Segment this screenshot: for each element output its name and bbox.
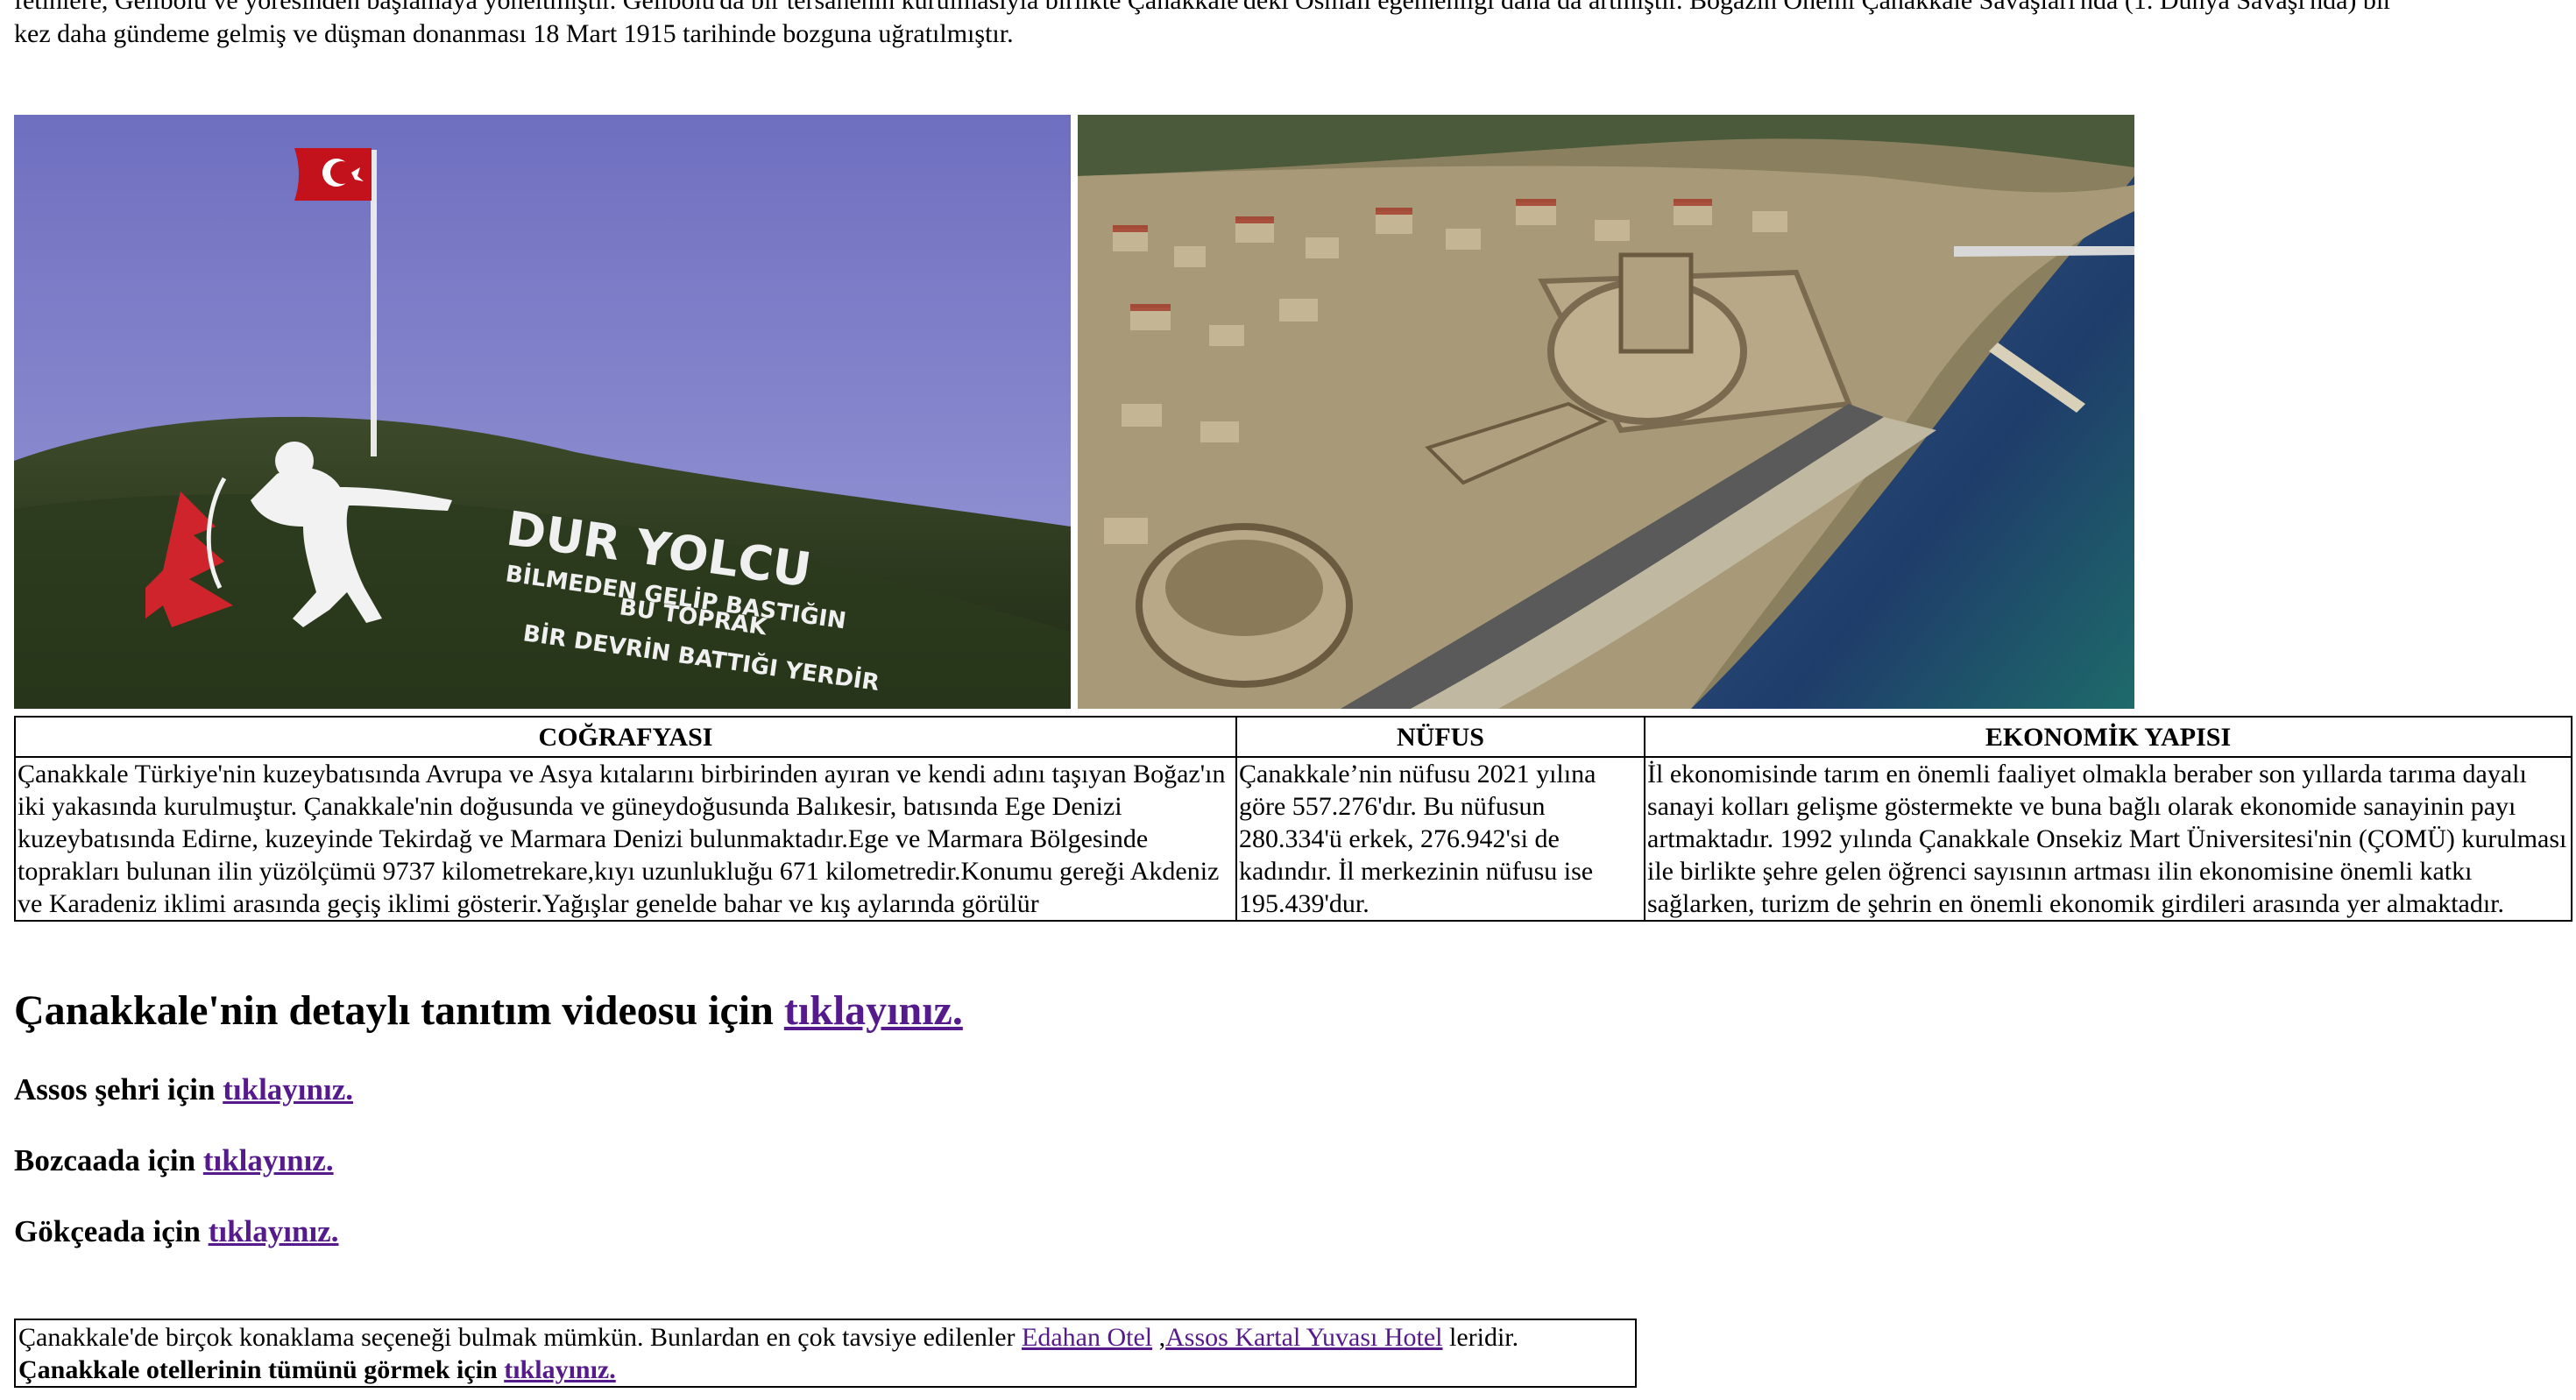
assos-link[interactable]: tıklayınız. bbox=[223, 1072, 353, 1107]
all-hotels-text: Çanakkale otellerinin tümünü görmek için bbox=[18, 1355, 505, 1384]
hotel-intro-text: Çanakkale'de birçok konaklama seçeneği b… bbox=[18, 1323, 1023, 1352]
gokceada-link[interactable]: tıklayınız. bbox=[209, 1214, 339, 1248]
header-economy: EKONOMİK YAPISI bbox=[1644, 716, 2572, 758]
dur-yolcu-monument-photo: DUR YOLCU BİLMEDEN GELİP BASTIĞIN BU TOP… bbox=[14, 115, 1071, 709]
intro-line-1: fetihlere, Gelibolu ve yöresinden başlam… bbox=[14, 0, 2393, 15]
kilitbahir-castle-aerial-photo bbox=[1078, 115, 2134, 709]
video-heading: Çanakkale'nin detaylı tanıtım videosu iç… bbox=[14, 986, 963, 1035]
all-hotels-link[interactable]: tıklayınız. bbox=[504, 1355, 616, 1384]
hotel-suffix: leridir. bbox=[1442, 1323, 1519, 1352]
hotel-separator: , bbox=[1152, 1323, 1166, 1352]
cell-economy: İl ekonomisinde tarım en önemli faaliyet… bbox=[1644, 756, 2572, 922]
bozcaada-heading-text: Bozcaada için bbox=[14, 1143, 203, 1177]
cell-population: Çanakkale’nin nüfusu 2021 yılına göre 55… bbox=[1235, 756, 1645, 922]
header-population: NÜFUS bbox=[1235, 716, 1645, 758]
intro-paragraph: fetihlere, Gelibolu ve yöresinden başlam… bbox=[14, 0, 2562, 51]
hotel-recommendations-box: Çanakkale'de birçok konaklama seçeneği b… bbox=[14, 1319, 1637, 1388]
assos-heading-text: Assos şehri için bbox=[14, 1072, 223, 1107]
header-geography: COĞRAFYASI bbox=[14, 716, 1237, 758]
bozcaada-link[interactable]: tıklayınız. bbox=[203, 1143, 334, 1177]
bozcaada-heading: Bozcaada için tıklayınız. bbox=[14, 1143, 334, 1178]
edahan-otel-link[interactable]: Edahan Otel bbox=[1022, 1323, 1152, 1352]
city-info-table: COĞRAFYASI NÜFUS EKONOMİK YAPISI Çanakka… bbox=[14, 716, 2572, 922]
table-row: Çanakkale Türkiye'nin kuzeybatısında Avr… bbox=[14, 756, 2572, 922]
video-heading-text: Çanakkale'nin detaylı tanıtım videosu iç… bbox=[14, 987, 784, 1034]
assos-kartal-yuvasi-link[interactable]: Assos Kartal Yuvası Hotel bbox=[1165, 1323, 1442, 1352]
all-hotels-line: Çanakkale otellerinin tümünü görmek için… bbox=[18, 1355, 616, 1384]
gokceada-heading: Gökçeada için tıklayınız. bbox=[14, 1214, 338, 1249]
gokceada-heading-text: Gökçeada için bbox=[14, 1214, 209, 1248]
table-header-row: COĞRAFYASI NÜFUS EKONOMİK YAPISI bbox=[14, 716, 2572, 758]
intro-line-2: kez daha gündeme gelmiş ve düşman donanm… bbox=[14, 19, 1014, 48]
video-link[interactable]: tıklayınız. bbox=[784, 987, 963, 1034]
cell-geography: Çanakkale Türkiye'nin kuzeybatısında Avr… bbox=[14, 756, 1237, 922]
assos-heading: Assos şehri için tıklayınız. bbox=[14, 1072, 353, 1107]
